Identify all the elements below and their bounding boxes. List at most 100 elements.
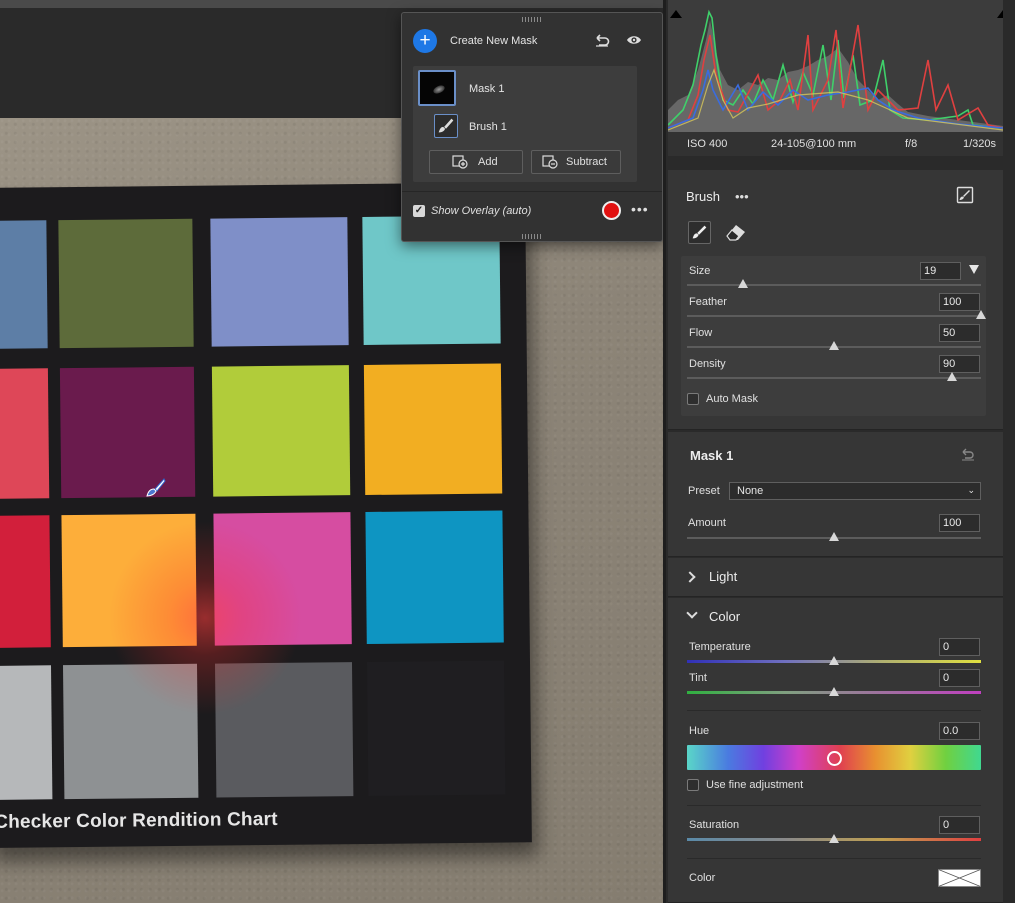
saturation-label: Saturation [689,819,740,831]
add-component-icon [452,155,468,169]
density-slider-track[interactable] [687,377,981,379]
brush-settings-icon[interactable] [956,186,974,204]
eye-icon[interactable] [625,31,643,49]
size-dropdown-icon[interactable] [969,265,979,274]
mask-settings-section: Mask 1 Preset None ⌄ Amount 100 [668,432,1003,557]
overlay-more-options-icon[interactable]: ••• [631,201,649,217]
color-section: Color Temperature 0 Tint 0 Hue 0.0 Use f… [668,598,1003,903]
density-slider-thumb[interactable] [946,372,957,381]
histogram [668,0,1003,132]
preset-dropdown[interactable]: None ⌄ [729,482,981,500]
fine-adjust-checkbox[interactable] [687,779,699,791]
brush-1-thumbnail[interactable] [434,114,458,138]
amount-slider-thumb[interactable] [829,532,839,541]
shutter-value: 1/320s [963,138,997,150]
mask-1-item[interactable]: Mask 1 [469,83,504,95]
show-overlay-label[interactable]: Show Overlay (auto) [431,205,531,217]
subtract-component-icon [542,155,558,169]
temperature-label: Temperature [689,641,751,653]
color-patch [0,515,51,648]
color-patch [366,660,506,796]
color-patch [210,217,349,347]
color-section-title[interactable]: Color [709,609,740,624]
auto-mask-checkbox[interactable] [687,393,699,405]
color-patch [363,363,503,495]
iso-value: ISO 400 [687,138,728,150]
popup-drag-handle-bottom[interactable] [522,234,542,239]
color-patch [61,513,197,648]
brush-icon [438,118,454,133]
brush-more-options-icon[interactable]: ••• [735,189,749,204]
amount-input[interactable]: 100 [939,514,980,532]
hue-slider-handle[interactable] [827,751,842,766]
show-overlay-checkbox[interactable]: ✓ [413,205,425,217]
density-input[interactable]: 90 [939,355,980,373]
mask-list: Mask 1 Brush 1 Add Subtract [413,66,637,182]
color-patch [0,368,50,499]
light-section-title[interactable]: Light [709,569,737,584]
color-patch [211,365,351,497]
subtract-label: Subtract [566,156,607,168]
temperature-slider-thumb[interactable] [829,656,839,665]
highlight-clipping-warning-icon[interactable] [997,10,1003,18]
color-patch [0,665,53,800]
tint-label: Tint [689,672,707,684]
preset-value: None [737,485,764,497]
size-input[interactable]: 19 [920,262,961,280]
eraser-icon[interactable] [725,223,747,243]
overlay-color-swatch[interactable] [602,201,621,220]
create-new-mask-button[interactable]: + [413,29,437,53]
brush-section-title: Brush [686,189,720,204]
brush-1-item[interactable]: Brush 1 [469,121,507,133]
add-component-button[interactable]: Add [429,150,523,174]
auto-mask-label[interactable]: Auto Mask [706,393,758,405]
size-slider-track[interactable] [687,284,981,286]
mask-1-thumbnail[interactable] [418,70,456,106]
hue-label: Hue [689,725,710,737]
brush-settings-box: Size 19 Feather 100 Flow 50 Density 90 A… [681,256,986,416]
brush-cursor-icon [146,478,166,497]
create-new-mask-label[interactable]: Create New Mask [450,35,537,47]
color-patch [214,662,354,798]
flow-input[interactable]: 50 [939,324,980,342]
color-divider-1 [687,710,981,711]
chevron-right-icon [684,571,696,583]
preset-label: Preset [688,485,720,497]
chevron-down-icon: ⌄ [967,485,975,495]
brush-tool-button[interactable] [688,221,711,244]
color-label: Color [689,872,716,884]
color-swatch-empty[interactable] [938,869,981,887]
tint-input[interactable]: 0 [939,669,980,687]
shadow-clipping-warning-icon[interactable] [670,10,682,18]
saturation-slider-thumb[interactable] [829,834,839,843]
edit-panel: ISO 400 24-105@100 mm f/8 1/320s Brush •… [666,0,1015,903]
fine-adjust-label[interactable]: Use fine adjustment [706,779,803,791]
flow-slider-thumb[interactable] [829,341,839,350]
size-slider-thumb[interactable] [737,279,748,288]
feather-slider-track[interactable] [687,315,981,317]
lens-value: 24-105@100 mm [771,138,857,150]
feather-slider-thumb[interactable] [976,310,986,319]
tint-slider-thumb[interactable] [829,687,839,696]
camera-info-bar: ISO 400 24-105@100 mm f/8 1/320s [668,132,1003,156]
color-divider-3 [687,858,981,859]
saturation-input[interactable]: 0 [939,816,980,834]
popup-drag-handle-top[interactable] [522,17,542,22]
mask-section-title: Mask 1 [690,448,734,463]
temperature-input[interactable]: 0 [939,638,980,656]
canvas-top-bar [0,0,663,8]
light-section[interactable]: Light [668,558,1003,597]
density-label: Density [689,358,726,370]
aperture-value: f/8 [905,138,918,150]
popup-divider [402,191,662,192]
mask-reset-icon[interactable] [960,447,976,461]
paint-brush-icon [692,225,707,239]
color-patch [365,510,504,644]
feather-input[interactable]: 100 [939,293,980,311]
color-patch [58,218,194,349]
undo-icon[interactable] [593,31,611,49]
histogram-graph [668,9,1003,132]
hue-input[interactable]: 0.0 [939,722,980,740]
chevron-down-icon[interactable] [686,607,698,619]
subtract-component-button[interactable]: Subtract [531,150,621,174]
